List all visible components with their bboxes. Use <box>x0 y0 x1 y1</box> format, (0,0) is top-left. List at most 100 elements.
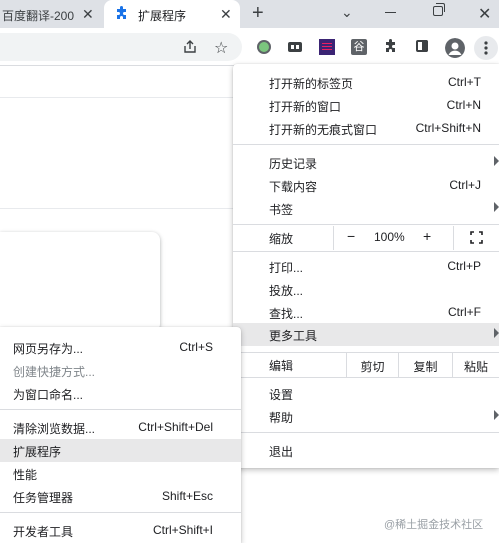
page-divider <box>0 208 235 209</box>
menu-item-incognito[interactable]: 打开新的无痕式窗口 Ctrl+Shift+N <box>233 117 499 140</box>
zoom-divider <box>333 226 334 250</box>
menu-item-downloads[interactable]: 下载内容 Ctrl+J <box>233 174 499 197</box>
zoom-in-button[interactable]: + <box>423 228 431 244</box>
submenu-arrow-icon <box>494 202 499 212</box>
share-icon[interactable] <box>182 39 198 55</box>
menu-item-label: 帮助 <box>269 411 294 425</box>
submenu-item-shortcut: Ctrl+Shift+I <box>152 523 213 537</box>
kebab-menu-icon <box>484 41 488 55</box>
fullscreen-icon[interactable] <box>470 231 483 244</box>
submenu-item-save-as[interactable]: 网页另存为... Ctrl+S <box>0 336 241 359</box>
submenu-item-name-window[interactable]: 为窗口命名... <box>0 382 241 405</box>
menu-item-label: 打开新的窗口 <box>269 100 342 114</box>
menu-item-label: 打印... <box>269 261 304 275</box>
minimize-icon[interactable] <box>385 12 396 13</box>
menu-item-label: 书签 <box>269 203 294 217</box>
menu-item-new-tab[interactable]: 打开新的标签页 Ctrl+T <box>233 71 499 94</box>
menu-item-shortcut: Ctrl+F <box>448 305 481 319</box>
menu-separator <box>233 251 499 252</box>
menu-item-more-tools[interactable]: 更多工具 <box>233 323 499 346</box>
more-tools-submenu: 网页另存为... Ctrl+S 创建快捷方式... 为窗口命名... 清除浏览数… <box>0 327 241 543</box>
side-panel-icon-fill <box>422 40 428 52</box>
menu-item-settings[interactable]: 设置 <box>233 382 499 405</box>
menu-item-shortcut: Ctrl+P <box>447 259 481 273</box>
submenu-arrow-icon <box>494 328 499 338</box>
purple-extension-icon[interactable] <box>319 39 335 55</box>
menu-item-bookmarks[interactable]: 书签 <box>233 197 499 220</box>
menu-item-exit[interactable]: 退出 <box>233 439 499 462</box>
cut-label: 剪切 <box>360 360 385 374</box>
menu-separator <box>233 224 499 225</box>
menu-item-new-window[interactable]: 打开新的窗口 Ctrl+N <box>233 94 499 117</box>
menu-item-shortcut: Ctrl+J <box>449 178 481 192</box>
bookmark-star-icon[interactable]: ☆ <box>214 38 228 58</box>
menu-item-history[interactable]: 历史记录 <box>233 151 499 174</box>
submenu-item-extensions[interactable]: 扩展程序 <box>0 439 241 462</box>
menu-item-cast[interactable]: 投放... <box>233 278 499 301</box>
watermark: @稀土掘金技术社区 <box>384 519 484 531</box>
submenu-separator <box>0 409 241 410</box>
green-circle-extension-icon[interactable] <box>256 39 272 55</box>
tab-close-icon[interactable]: ✕ <box>220 6 232 23</box>
gu-extension-icon[interactable]: 谷 <box>351 39 367 55</box>
dark-extension-icon[interactable] <box>287 39 303 55</box>
menu-separator <box>233 377 499 378</box>
page-card <box>0 232 160 332</box>
window-close-icon[interactable]: ✕ <box>478 4 491 24</box>
tab-baidu-translate[interactable]: 百度翻译-200 ✕ <box>0 0 104 28</box>
submenu-separator <box>0 512 241 513</box>
menu-item-shortcut: Ctrl+Shift+N <box>415 121 481 135</box>
submenu-item-shortcut: Ctrl+S <box>179 340 213 354</box>
menu-item-label: 设置 <box>269 388 294 402</box>
zoom-divider <box>453 226 454 250</box>
copy-button[interactable]: 复制 <box>398 353 452 377</box>
tab-title: 扩展程序 <box>138 9 187 23</box>
tab-search-icon[interactable]: ⌄ <box>341 4 353 21</box>
zoom-label: 缩放 <box>269 232 294 246</box>
puzzle-icon <box>117 6 126 19</box>
cut-button[interactable]: 剪切 <box>346 353 398 377</box>
paste-button[interactable]: 粘贴 <box>452 353 499 377</box>
chrome-main-menu: 打开新的标签页 Ctrl+T 打开新的窗口 Ctrl+N 打开新的无痕式窗口 C… <box>233 64 499 468</box>
zoom-out-button[interactable]: − <box>347 228 355 244</box>
tab-close-icon[interactable]: ✕ <box>82 6 94 23</box>
menu-item-help[interactable]: 帮助 <box>233 405 499 428</box>
tab-extensions[interactable]: 扩展程序 ✕ <box>104 0 240 28</box>
menu-item-label: 退出 <box>269 445 294 459</box>
submenu-item-label: 任务管理器 <box>13 491 74 505</box>
submenu-item-dev-tools[interactable]: 开发者工具 Ctrl+Shift+I <box>0 519 241 542</box>
menu-item-print[interactable]: 打印... Ctrl+P <box>233 255 499 278</box>
submenu-item-shortcut: Ctrl+Shift+Del <box>138 420 213 434</box>
submenu-item-label: 网页另存为... <box>13 342 84 356</box>
menu-item-label: 打开新的无痕式窗口 <box>269 123 378 137</box>
submenu-item-label: 扩展程序 <box>13 445 62 459</box>
menu-item-find[interactable]: 查找... Ctrl+F <box>233 301 499 324</box>
profile-avatar-icon[interactable] <box>445 38 465 58</box>
menu-item-label: 历史记录 <box>269 157 318 171</box>
menu-edit-row: 编辑 剪切 复制 粘贴 <box>233 353 499 377</box>
submenu-item-label: 清除浏览数据... <box>13 422 96 436</box>
menu-zoom-row: 缩放 − 100% + <box>233 226 499 250</box>
menu-item-label: 查找... <box>269 307 304 321</box>
new-tab-button[interactable]: + <box>252 3 264 23</box>
menu-item-label: 更多工具 <box>269 329 318 343</box>
paste-label: 粘贴 <box>463 360 488 374</box>
menu-separator <box>233 432 499 433</box>
address-bar[interactable] <box>0 33 242 61</box>
submenu-item-task-manager[interactable]: 任务管理器 Shift+Esc <box>0 485 241 508</box>
menu-item-shortcut: Ctrl+N <box>446 98 481 112</box>
submenu-item-label: 性能 <box>13 468 38 482</box>
submenu-arrow-icon <box>494 156 499 166</box>
menu-item-shortcut: Ctrl+T <box>448 75 481 89</box>
submenu-arrow-icon <box>494 410 499 420</box>
submenu-item-clear-data[interactable]: 清除浏览数据... Ctrl+Shift+Del <box>0 416 241 439</box>
submenu-item-label: 开发者工具 <box>13 525 74 539</box>
submenu-item-label: 创建快捷方式... <box>13 365 96 379</box>
menu-item-label: 打开新的标签页 <box>269 77 354 91</box>
zoom-level: 100% <box>374 230 405 244</box>
restore-icon[interactable] <box>433 6 443 16</box>
extensions-puzzle-icon[interactable] <box>383 39 399 55</box>
tab-title: 百度翻译-200 <box>2 9 75 23</box>
submenu-item-performance[interactable]: 性能 <box>0 462 241 485</box>
menu-item-label: 下载内容 <box>269 180 318 194</box>
